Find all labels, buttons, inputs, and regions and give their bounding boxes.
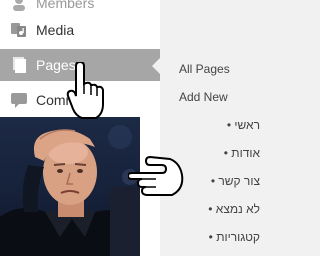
comments-icon xyxy=(10,91,28,109)
submenu-item-add-new[interactable]: Add New xyxy=(179,90,228,104)
submenu-item-page-not-found[interactable]: לא נמצא • xyxy=(170,202,260,216)
submenu-pointer-arrow xyxy=(152,58,160,74)
media-icon xyxy=(10,21,28,39)
photo-of-man-holding-head xyxy=(0,117,140,256)
pages-icon xyxy=(10,56,28,74)
sidebar-item-label: Members xyxy=(36,0,95,11)
sidebar-item-label: Media xyxy=(36,22,75,38)
admin-sidebar: Members Media Pages Comm xyxy=(0,0,160,256)
submenu-item-page-home[interactable]: ראשי • xyxy=(170,118,260,132)
sidebar-item-media[interactable]: Media xyxy=(0,14,160,46)
pointing-hand-icon xyxy=(126,155,186,199)
hand-cursor-icon xyxy=(66,60,110,120)
submenu-item-page-categories[interactable]: קטגוריות • xyxy=(170,230,260,244)
submenu-item-all-pages[interactable]: All Pages xyxy=(179,62,230,76)
pages-submenu: All Pages Add New ראשי • אודות • צור קשר… xyxy=(160,44,260,256)
members-icon xyxy=(10,0,28,12)
